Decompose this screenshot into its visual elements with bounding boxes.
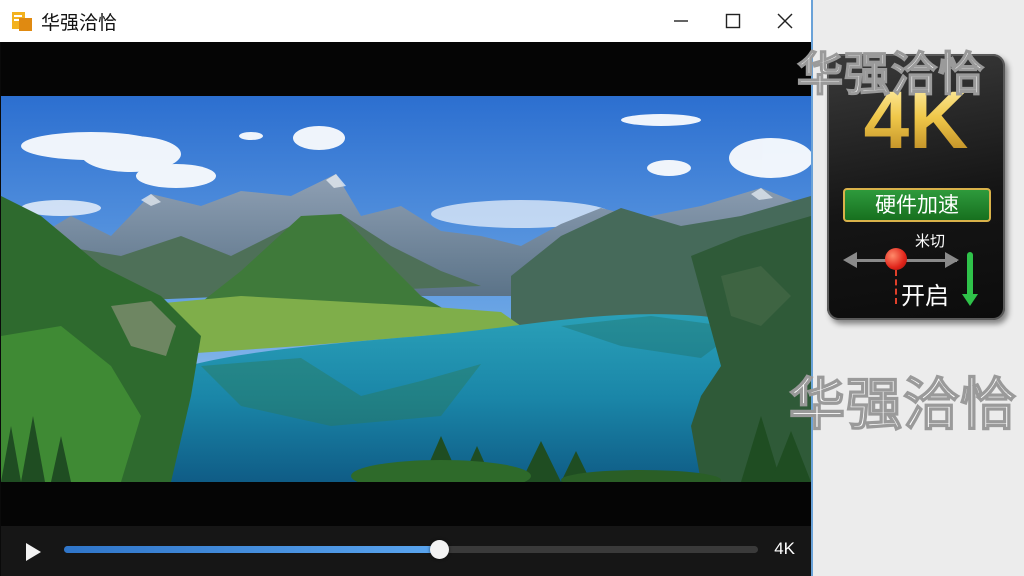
player-window: 华强洽恰 4K (0, 0, 813, 576)
arrow-down-icon (962, 294, 978, 306)
video-frame-landscape (1, 96, 811, 482)
seek-bar[interactable] (64, 540, 758, 559)
seek-bar-handle[interactable] (429, 540, 449, 559)
minimize-button[interactable] (655, 0, 707, 42)
playback-controls: 4K (1, 526, 811, 576)
app-logo-icon (12, 12, 32, 31)
close-icon (777, 13, 793, 29)
maximize-button[interactable] (707, 0, 759, 42)
window-controls (655, 0, 811, 42)
badge-subtitle: 硬件加速 (843, 188, 991, 222)
maximize-icon (725, 13, 741, 29)
arrow-left-icon (843, 252, 857, 268)
minimize-icon (674, 20, 688, 22)
window-title: 华强洽恰 (41, 11, 118, 34)
toggle-knob (885, 248, 907, 270)
toggle-hint-label: 米切 (915, 232, 946, 250)
video-viewport[interactable] (1, 42, 811, 526)
toggle-state-label: 开启 (901, 282, 949, 310)
play-icon (26, 543, 41, 561)
toggle-stem (895, 270, 897, 304)
title-bar[interactable]: 华强洽恰 (0, 0, 811, 42)
promo-panel: 华强洽恰 4K 硬件加速 米切 开启 华强洽恰 (788, 0, 1024, 576)
watermark-top: 华强洽恰 (796, 46, 985, 102)
close-button[interactable] (759, 0, 811, 42)
seek-bar-fill (64, 546, 439, 553)
play-button[interactable] (21, 540, 45, 564)
quality-button[interactable]: 4K (774, 539, 795, 559)
watermark-bottom: 华强洽恰 (788, 372, 1017, 439)
green-indicator (967, 252, 973, 298)
arrow-right-icon (945, 252, 959, 268)
